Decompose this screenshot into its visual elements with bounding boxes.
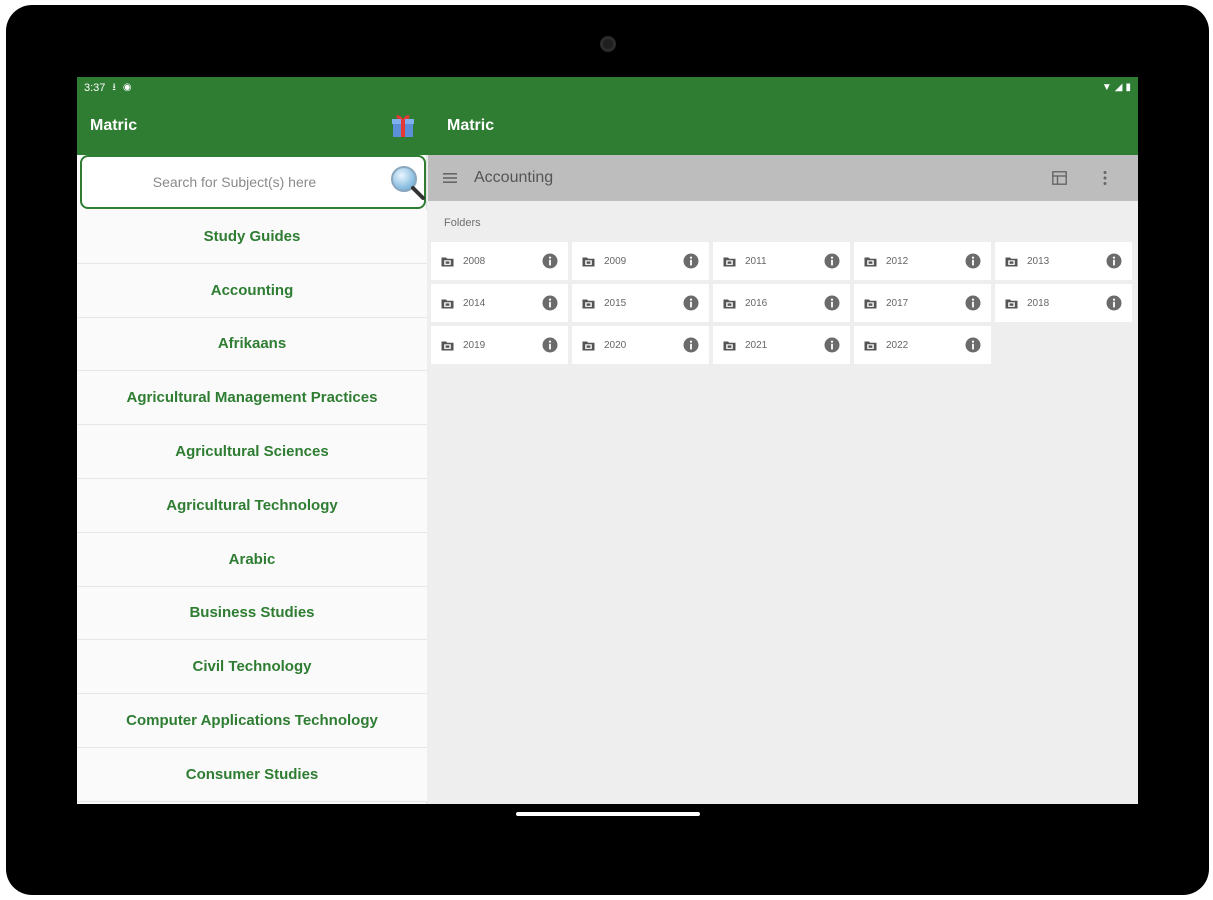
info-icon[interactable] <box>542 337 558 353</box>
folder-icon <box>441 341 454 350</box>
folder-icon <box>441 257 454 266</box>
folder-label: 2014 <box>463 297 486 309</box>
subject-item-civil-technology[interactable]: Civil Technology <box>77 640 427 695</box>
subject-item-business-studies[interactable]: Business Studies <box>77 586 427 641</box>
info-icon[interactable] <box>542 295 558 311</box>
menu-icon[interactable] <box>443 172 457 184</box>
subject-item-accounting[interactable]: Accounting <box>77 263 427 318</box>
info-icon[interactable] <box>965 337 981 353</box>
home-gesture-handle[interactable] <box>516 812 700 816</box>
info-icon[interactable] <box>824 337 840 353</box>
folder-icon <box>723 299 736 308</box>
status-time: 3:37 <box>84 82 106 94</box>
signal-icon: ◢ <box>1114 82 1123 93</box>
subject-item-agricultural-management-practices[interactable]: Agricultural Management Practices <box>77 371 427 426</box>
grid-view-icon[interactable] <box>1052 171 1067 185</box>
folder-label: 2019 <box>463 339 486 351</box>
folder-card[interactable]: 2011 <box>713 242 850 280</box>
status-bar: 3:37 ⭳ ◉ ▼ ◢ ▮ <box>77 77 1138 99</box>
folder-card[interactable]: 2014 <box>431 284 568 322</box>
subject-item-agricultural-sciences[interactable]: Agricultural Sciences <box>77 425 427 479</box>
subject-item-study-guides[interactable]: Study Guides <box>77 210 427 264</box>
search-icon[interactable] <box>388 163 428 203</box>
gift-icon[interactable] <box>389 111 417 139</box>
folder-icon <box>582 341 595 350</box>
folder-label: 2021 <box>745 339 768 351</box>
folder-icon <box>864 257 877 266</box>
front-camera <box>600 36 616 52</box>
sync-icon: ◉ <box>122 82 132 93</box>
folder-card[interactable]: 2012 <box>854 242 991 280</box>
info-icon[interactable] <box>542 253 558 269</box>
more-vert-icon[interactable] <box>1102 170 1108 186</box>
folder-label: 2016 <box>745 297 768 309</box>
folder-grid: 2008 2009 2011 2012 2013 2014 2015 2016 2017 2018… <box>431 242 1137 364</box>
tablet-frame: 3:37 ⭳ ◉ ▼ ◢ ▮ Matric Matric Search for … <box>6 5 1209 895</box>
subject-item-agricultural-technology[interactable]: Agricultural Technology <box>77 478 427 533</box>
folder-icon <box>1005 257 1018 266</box>
folder-label: 2018 <box>1027 297 1050 309</box>
folder-card[interactable]: 2021 <box>713 326 850 364</box>
subject-sidebar: Study Guides Accounting Afrikaans Agricu… <box>77 155 427 804</box>
info-icon[interactable] <box>1106 295 1122 311</box>
folder-label: 2009 <box>604 255 627 267</box>
subject-item-arabic[interactable]: Arabic <box>77 532 427 587</box>
folder-card[interactable]: 2016 <box>713 284 850 322</box>
folder-card[interactable]: 2015 <box>572 284 709 322</box>
folder-browser: Accounting Folders 2008 2009 2011 2012 2013 2… <box>428 155 1138 804</box>
folder-label: 2008 <box>463 255 486 267</box>
folder-icon <box>723 257 736 266</box>
subject-item-computer-applications-technology[interactable]: Computer Applications Technology <box>77 694 427 748</box>
folder-card[interactable]: 2018 <box>995 284 1132 322</box>
folder-icon <box>441 299 454 308</box>
folder-label: 2012 <box>886 255 909 267</box>
app-title-left: Matric <box>90 117 138 134</box>
folder-card[interactable]: 2008 <box>431 242 568 280</box>
folder-icon <box>582 257 595 266</box>
folder-card[interactable]: 2022 <box>854 326 991 364</box>
download-icon: ⭳ <box>112 82 116 93</box>
folder-icon <box>864 299 877 308</box>
folder-card[interactable]: 2009 <box>572 242 709 280</box>
info-icon[interactable] <box>824 295 840 311</box>
folder-icon <box>723 341 736 350</box>
info-icon[interactable] <box>965 295 981 311</box>
subject-item-afrikaans[interactable]: Afrikaans <box>77 317 427 372</box>
info-icon[interactable] <box>1106 253 1122 269</box>
app-screen: 3:37 ⭳ ◉ ▼ ◢ ▮ Matric Matric Search for … <box>77 77 1138 804</box>
folder-card[interactable]: 2019 <box>431 326 568 364</box>
info-icon[interactable] <box>683 295 699 311</box>
info-icon[interactable] <box>683 337 699 353</box>
subject-item-consumer-studies[interactable]: Consumer Studies <box>77 747 427 802</box>
search-input[interactable] <box>92 169 377 195</box>
toolbar-title: Accounting <box>474 169 554 186</box>
folder-card[interactable]: 2017 <box>854 284 991 322</box>
app-bar: Matric Matric <box>77 99 1138 155</box>
battery-icon: ▮ <box>1125 82 1131 93</box>
folder-icon <box>1005 299 1018 308</box>
info-icon[interactable] <box>824 253 840 269</box>
info-icon[interactable] <box>683 253 699 269</box>
info-icon[interactable] <box>965 253 981 269</box>
folder-card[interactable]: 2013 <box>995 242 1132 280</box>
folder-label: 2017 <box>886 297 909 309</box>
folder-icon <box>864 341 877 350</box>
wifi-icon: ▼ <box>1101 82 1112 93</box>
folder-card[interactable]: 2020 <box>572 326 709 364</box>
folder-label: 2013 <box>1027 255 1050 267</box>
search-box <box>80 155 426 209</box>
folder-icon <box>582 299 595 308</box>
folder-label: 2011 <box>745 255 767 267</box>
folder-label: 2020 <box>604 339 627 351</box>
folders-section-label: Folders <box>444 217 481 229</box>
folder-label: 2015 <box>604 297 627 309</box>
subject-list: Study Guides Accounting Afrikaans Agricu… <box>77 210 427 802</box>
folder-label: 2022 <box>886 339 909 351</box>
content-toolbar: Accounting <box>428 155 1138 201</box>
app-title-right: Matric <box>447 117 495 134</box>
